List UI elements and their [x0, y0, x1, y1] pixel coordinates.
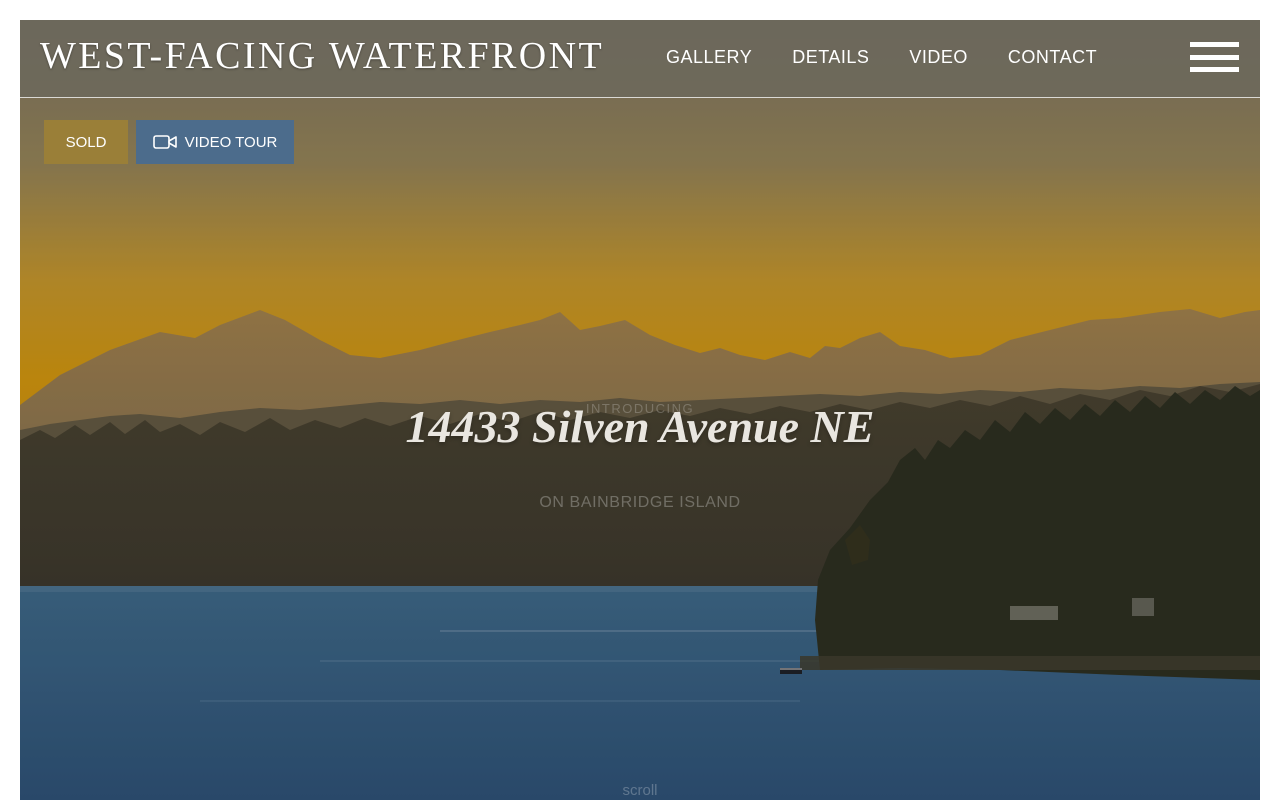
- sold-badge: SOLD: [44, 120, 128, 164]
- nav-details-link[interactable]: DETAILS: [792, 47, 869, 68]
- hamburger-bar: [1190, 54, 1239, 60]
- main-nav: GALLERY DETAILS VIDEO CONTACT: [666, 47, 1137, 68]
- hamburger-menu-icon[interactable]: [1190, 42, 1239, 72]
- hamburger-bar: [1190, 67, 1239, 72]
- nav-video-link[interactable]: VIDEO: [909, 47, 968, 68]
- hero-frame: WEST-FACING WATERFRONT GALLERY DETAILS V…: [20, 20, 1260, 800]
- hamburger-bar: [1190, 42, 1239, 47]
- scroll-hint[interactable]: scroll: [20, 782, 1260, 799]
- site-header: WEST-FACING WATERFRONT GALLERY DETAILS V…: [20, 20, 1260, 98]
- nav-contact-link[interactable]: CONTACT: [1008, 47, 1097, 68]
- site-brand[interactable]: WEST-FACING WATERFRONT: [40, 34, 604, 78]
- property-location: ON BAINBRIDGE ISLAND: [539, 494, 741, 511]
- video-camera-icon: [152, 135, 177, 149]
- video-tour-label: VIDEO TOUR: [184, 133, 278, 151]
- listing-badges: SOLD VIDEO TOUR: [44, 120, 294, 164]
- property-address: 14433 Silven Avenue NE: [405, 401, 875, 452]
- nav-gallery-link[interactable]: GALLERY: [666, 47, 752, 68]
- video-tour-button[interactable]: VIDEO TOUR: [136, 120, 294, 164]
